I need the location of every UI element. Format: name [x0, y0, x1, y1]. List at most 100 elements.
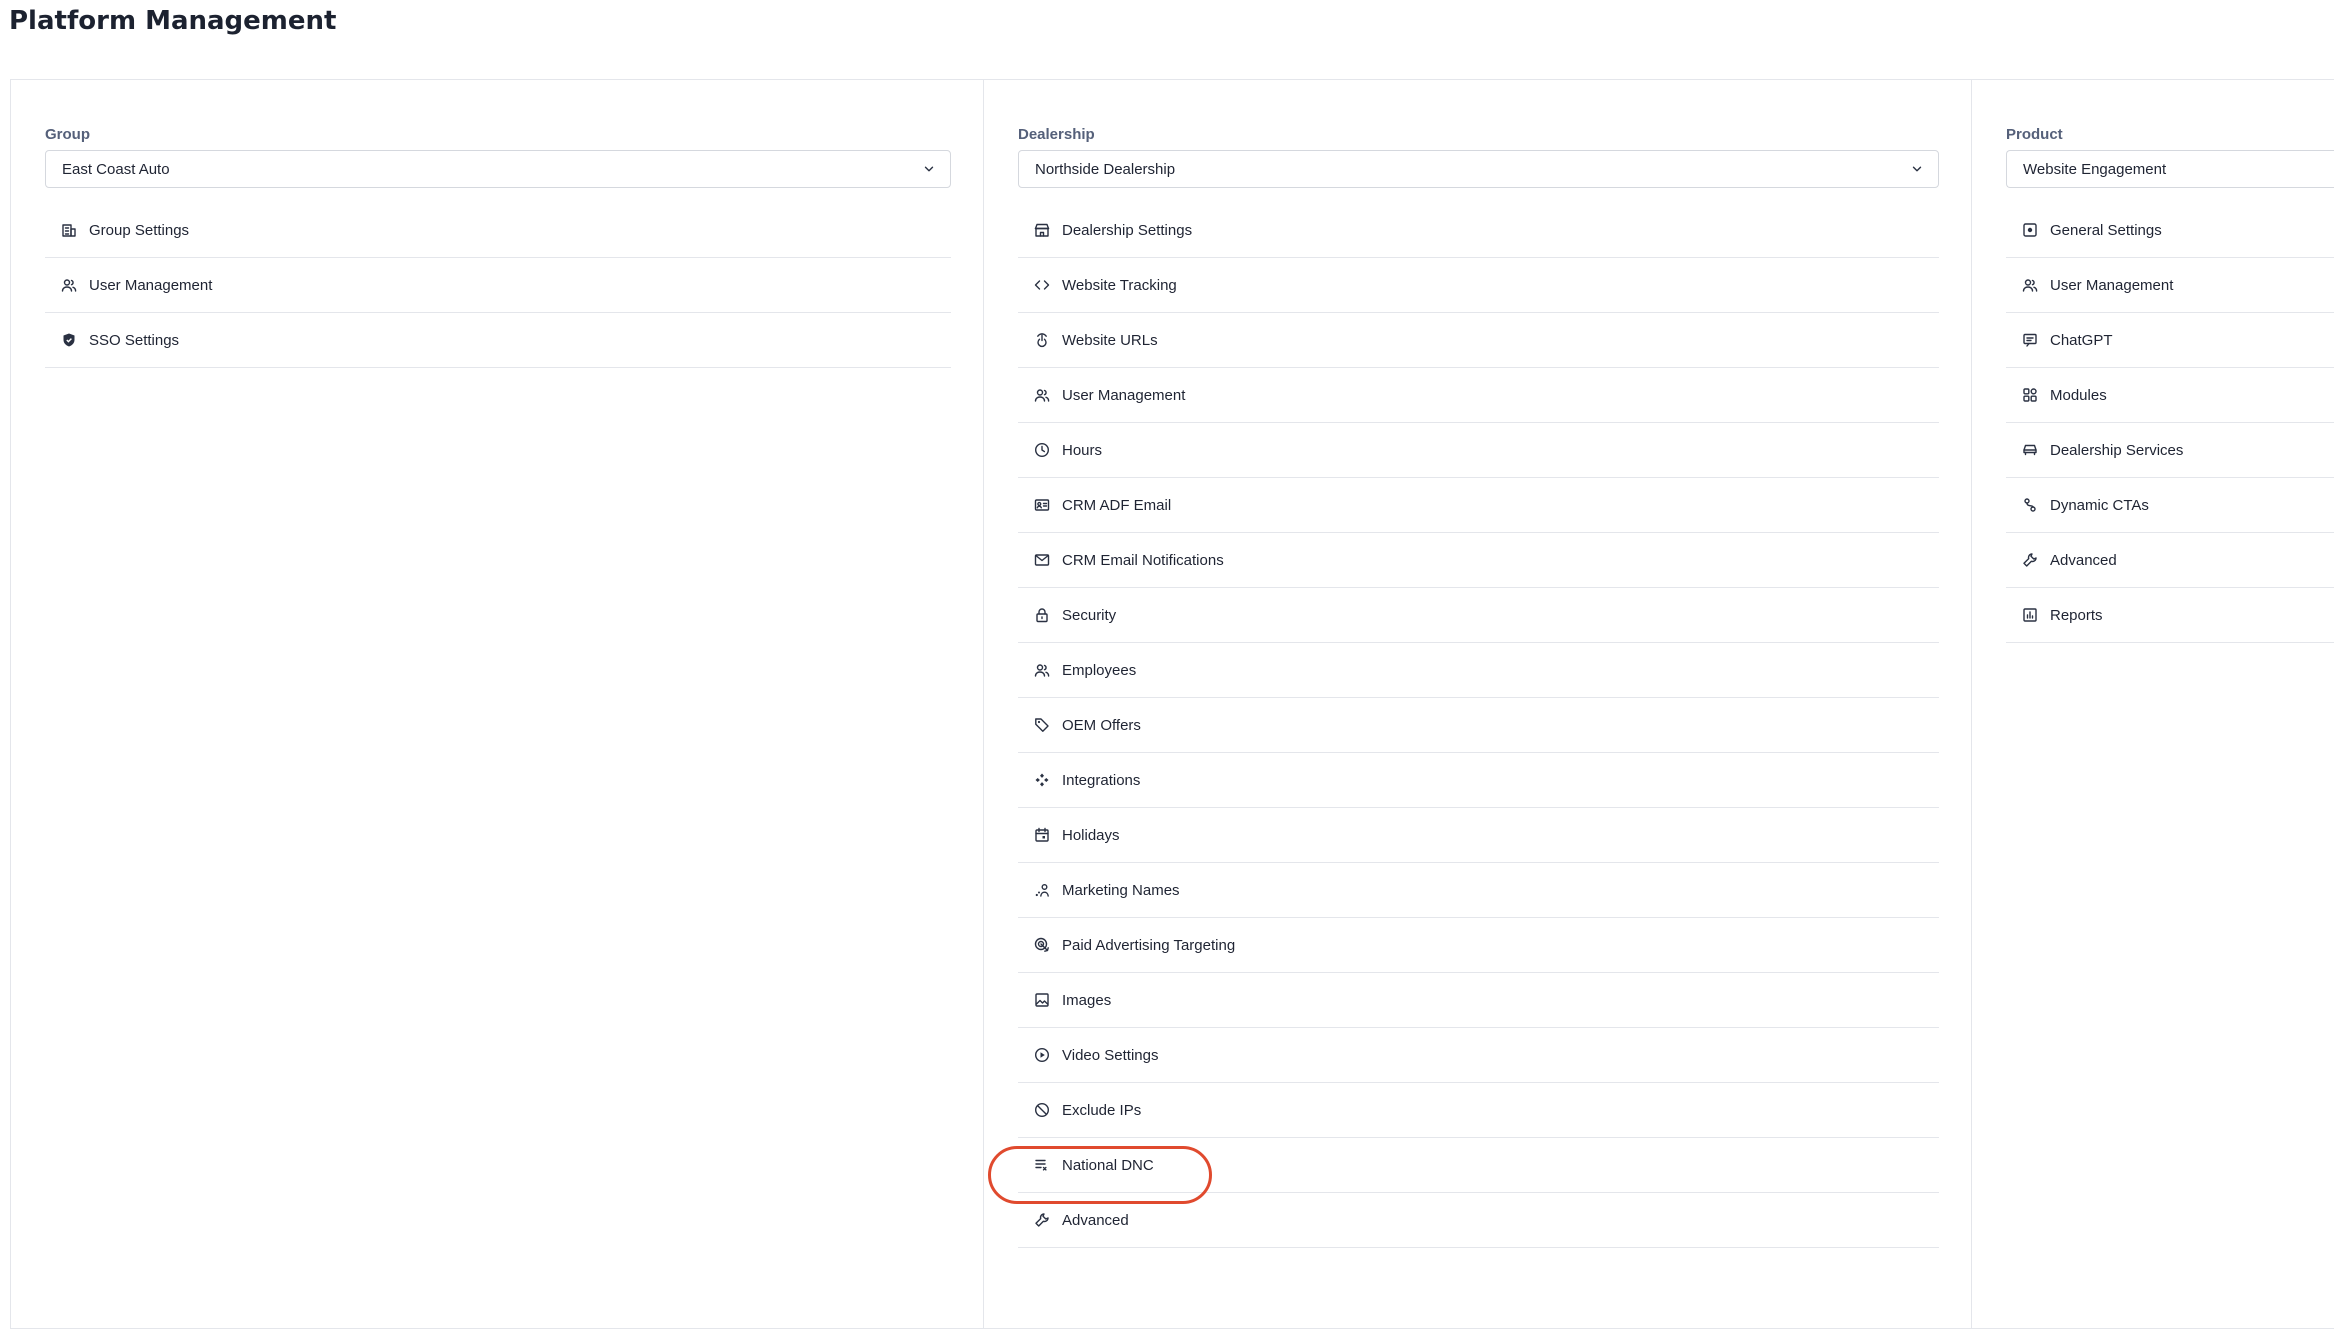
marketing-icon	[1034, 882, 1050, 898]
dealership-item-employees[interactable]: Employees	[1018, 643, 1939, 698]
mail-icon	[1034, 552, 1050, 568]
wrench-icon	[2022, 552, 2038, 568]
dealership-item-user-management[interactable]: User Management	[1018, 368, 1939, 423]
dealership-item-video-settings[interactable]: Video Settings	[1018, 1028, 1939, 1083]
dealership-item-label: Video Settings	[1062, 1046, 1159, 1064]
product-column: Product Website Engagement General Setti…	[1972, 80, 2334, 1328]
settings-square-icon	[2022, 222, 2038, 238]
group-item-label: SSO Settings	[89, 331, 180, 349]
grid-icon	[2022, 387, 2038, 403]
dealership-item-dealership-settings[interactable]: Dealership Settings	[1018, 203, 1939, 258]
product-select[interactable]: Website Engagement	[2006, 150, 2334, 188]
users-icon	[61, 277, 77, 293]
wrench-icon	[1034, 1212, 1050, 1228]
dealership-item-paid-advertising-targeting[interactable]: Paid Advertising Targeting	[1018, 918, 1939, 973]
product-item-reports[interactable]: Reports	[2006, 588, 2334, 643]
product-menu: General Settings User Management ChatGPT Mo…	[2006, 203, 2334, 643]
list-icon	[1034, 1157, 1050, 1173]
chevron-down-icon	[922, 162, 936, 176]
group-menu: Group Settings User Management SSO Setting…	[45, 203, 951, 368]
id-card-icon	[1034, 497, 1050, 513]
product-item-label: Advanced	[2050, 551, 2117, 569]
product-item-dynamic-ctas[interactable]: Dynamic CTAs	[2006, 478, 2334, 533]
dealership-item-label: CRM ADF Email	[1062, 496, 1172, 514]
dealership-item-exclude-ips[interactable]: Exclude IPs	[1018, 1083, 1939, 1138]
dealership-item-label: Hours	[1062, 441, 1103, 459]
route-icon	[2022, 497, 2038, 513]
dealership-item-holidays[interactable]: Holidays	[1018, 808, 1939, 863]
dealership-item-advanced[interactable]: Advanced	[1018, 1193, 1939, 1248]
ban-icon	[1034, 1102, 1050, 1118]
product-item-user-management[interactable]: User Management	[2006, 258, 2334, 313]
report-icon	[2022, 607, 2038, 623]
target-icon	[1034, 937, 1050, 953]
building-icon	[61, 222, 77, 238]
calendar-icon	[1034, 827, 1050, 843]
product-item-label: Dealership Services	[2050, 441, 2184, 459]
dealership-item-website-tracking[interactable]: Website Tracking	[1018, 258, 1939, 313]
shield-icon	[61, 332, 77, 348]
dealership-select-value: Northside Dealership	[1035, 160, 1176, 178]
settings-panels: Group East Coast Auto Group Settings User…	[10, 79, 2334, 1329]
dealership-item-label: Security	[1062, 606, 1117, 624]
clock-icon	[1034, 442, 1050, 458]
users-icon	[2022, 277, 2038, 293]
dealership-select[interactable]: Northside Dealership	[1018, 150, 1939, 188]
group-item-user-management[interactable]: User Management	[45, 258, 951, 313]
group-item-label: Group Settings	[89, 221, 190, 239]
group-column: Group East Coast Auto Group Settings User…	[11, 80, 984, 1328]
store-icon	[1034, 222, 1050, 238]
dealership-item-hours[interactable]: Hours	[1018, 423, 1939, 478]
dealership-item-label: Dealership Settings	[1062, 221, 1193, 239]
product-item-chatgpt[interactable]: ChatGPT	[2006, 313, 2334, 368]
dealership-item-national-dnc[interactable]: National DNC	[1018, 1138, 1939, 1193]
image-icon	[1034, 992, 1050, 1008]
dealership-item-security[interactable]: Security	[1018, 588, 1939, 643]
group-item-label: User Management	[89, 276, 213, 294]
dealership-item-label: Holidays	[1062, 826, 1120, 844]
group-select-value: East Coast Auto	[62, 160, 170, 178]
dealership-item-label: User Management	[1062, 386, 1186, 404]
product-item-label: ChatGPT	[2050, 331, 2113, 349]
dealership-menu: Dealership Settings Website Tracking Websi…	[1018, 203, 1939, 1248]
dealership-column: Dealership Northside Dealership Dealersh…	[984, 80, 1972, 1328]
dealership-label: Dealership	[1018, 126, 1095, 143]
dealership-item-label: Website Tracking	[1062, 276, 1177, 294]
chat-icon	[2022, 332, 2038, 348]
chevron-down-icon	[1910, 162, 1924, 176]
dealership-item-website-urls[interactable]: Website URLs	[1018, 313, 1939, 368]
product-item-general-settings[interactable]: General Settings	[2006, 203, 2334, 258]
group-item-group-settings[interactable]: Group Settings	[45, 203, 951, 258]
dealership-item-label: Employees	[1062, 661, 1137, 679]
group-item-sso-settings[interactable]: SSO Settings	[45, 313, 951, 368]
dealership-item-crm-email-notifications[interactable]: CRM Email Notifications	[1018, 533, 1939, 588]
dealership-item-label: CRM Email Notifications	[1062, 551, 1224, 569]
dealership-item-label: Website URLs	[1062, 331, 1158, 349]
users-icon	[1034, 387, 1050, 403]
dealership-item-images[interactable]: Images	[1018, 973, 1939, 1028]
users-icon	[1034, 662, 1050, 678]
product-item-advanced[interactable]: Advanced	[2006, 533, 2334, 588]
integration-icon	[1034, 772, 1050, 788]
product-item-label: Dynamic CTAs	[2050, 496, 2149, 514]
dealership-item-oem-offers[interactable]: OEM Offers	[1018, 698, 1939, 753]
dealership-item-label: OEM Offers	[1062, 716, 1141, 734]
product-item-modules[interactable]: Modules	[2006, 368, 2334, 423]
product-item-dealership-services[interactable]: Dealership Services	[2006, 423, 2334, 478]
dealership-item-label: Paid Advertising Targeting	[1062, 936, 1236, 954]
product-item-label: Modules	[2050, 386, 2107, 404]
group-select[interactable]: East Coast Auto	[45, 150, 951, 188]
dealership-item-integrations[interactable]: Integrations	[1018, 753, 1939, 808]
dealership-item-label: Marketing Names	[1062, 881, 1180, 899]
dealership-item-label: Integrations	[1062, 771, 1141, 789]
play-icon	[1034, 1047, 1050, 1063]
dealership-item-crm-adf-email[interactable]: CRM ADF Email	[1018, 478, 1939, 533]
page-title: Platform Management	[9, 6, 337, 36]
dealership-item-label: Exclude IPs	[1062, 1101, 1142, 1119]
product-item-label: Reports	[2050, 606, 2103, 624]
tag-icon	[1034, 717, 1050, 733]
dealership-item-label: Advanced	[1062, 1211, 1129, 1229]
product-label: Product	[2006, 126, 2063, 143]
dealership-item-marketing-names[interactable]: Marketing Names	[1018, 863, 1939, 918]
product-item-label: General Settings	[2050, 221, 2162, 239]
